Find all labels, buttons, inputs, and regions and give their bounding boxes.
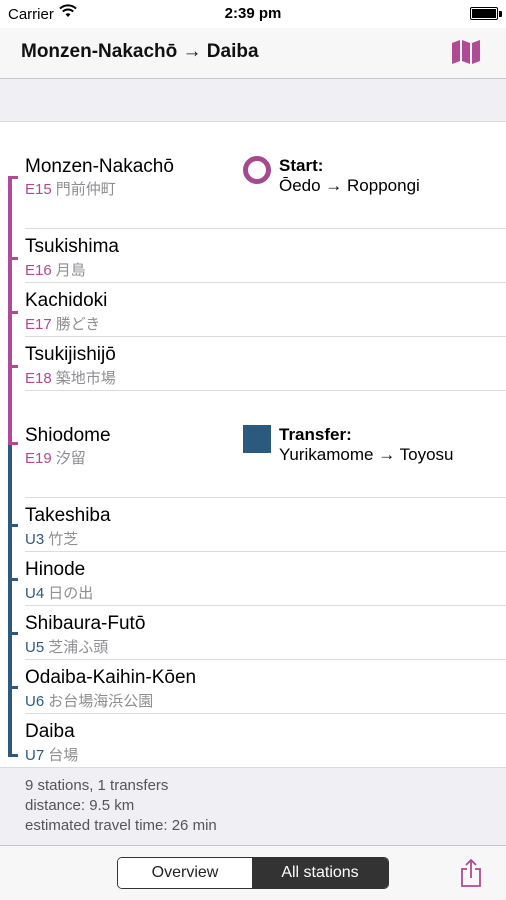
station-code: U4 xyxy=(25,585,45,602)
start-route: Ōedo → Roppongi xyxy=(279,176,420,195)
station-japanese-name: 竹芝 xyxy=(48,531,79,548)
station-name: Takeshiba xyxy=(25,505,111,526)
station-name: Odaiba-Kaihin-Kōen xyxy=(25,667,197,688)
station-subtitle: E19 汐留 xyxy=(25,447,86,468)
station-code: E18 xyxy=(25,370,52,387)
station-code: U7 xyxy=(25,747,45,764)
station-row[interactable]: Takeshiba U3 竹芝 xyxy=(0,498,506,552)
station-code: E16 xyxy=(25,262,52,279)
transfer-route: Yurikamome → Toyosu xyxy=(279,445,454,464)
station-row[interactable]: Kachidoki E17 勝どき xyxy=(0,283,506,337)
station-japanese-name: 台場 xyxy=(48,747,79,764)
station-name: Hinode xyxy=(25,559,86,580)
tab-overview[interactable]: Overview xyxy=(118,858,252,888)
page-title: Monzen-Nakachō → Daiba xyxy=(21,41,259,62)
station-name: Kachidoki xyxy=(25,290,108,311)
station-japanese-name: 勝どき xyxy=(55,316,101,333)
station-subtitle: U6 お台場海浜公園 xyxy=(25,690,153,711)
transfer-square-icon xyxy=(243,425,271,453)
station-subtitle: E16 月島 xyxy=(25,259,86,280)
station-list: Monzen-Nakachō E15 門前仲町 Start: Ōedo → Rop… xyxy=(0,122,506,767)
station-row[interactable]: Monzen-Nakachō E15 門前仲町 Start: Ōedo → Rop… xyxy=(0,122,506,229)
station-row[interactable]: Shiodome E19 汐留 Transfer: Yurikamome → To… xyxy=(0,391,506,498)
station-subtitle: U5 芝浦ふ頭 xyxy=(25,636,108,657)
battery-tip xyxy=(499,11,502,17)
station-row[interactable]: Tsukishima E16 月島 xyxy=(0,229,506,283)
station-subtitle: U3 竹芝 xyxy=(25,528,78,549)
station-name: Tsukijishijō xyxy=(25,344,116,365)
station-subtitle: E18 築地市場 xyxy=(25,367,116,388)
station-code: E15 xyxy=(25,181,52,198)
station-japanese-name: 月島 xyxy=(55,262,86,279)
station-row[interactable]: Tsukijishijō E18 築地市場 xyxy=(0,337,506,391)
battery-icon xyxy=(470,7,498,20)
station-subtitle: E15 門前仲町 xyxy=(25,178,116,199)
station-subtitle: U4 日の出 xyxy=(25,582,93,603)
station-japanese-name: 芝浦ふ頭 xyxy=(48,639,109,656)
station-name: Monzen-Nakachō xyxy=(25,156,174,177)
station-japanese-name: 門前仲町 xyxy=(55,181,116,198)
share-icon[interactable] xyxy=(457,858,485,888)
station-code: U3 xyxy=(25,531,45,548)
tab-all-stations[interactable]: All stations xyxy=(252,858,388,888)
station-japanese-name: お台場海浜公園 xyxy=(48,693,154,710)
station-row[interactable]: Odaiba-Kaihin-Kōen U6 お台場海浜公園 xyxy=(0,660,506,714)
station-code: U5 xyxy=(25,639,45,656)
station-row[interactable]: Hinode U4 日の出 xyxy=(0,552,506,606)
map-icon[interactable] xyxy=(451,39,481,65)
station-subtitle: U7 台場 xyxy=(25,744,78,765)
start-title: Start: xyxy=(279,156,324,175)
station-name: Shiodome xyxy=(25,425,111,446)
station-row[interactable]: Daiba U7 台場 xyxy=(0,714,506,767)
header-spacer xyxy=(0,79,506,122)
station-code: E19 xyxy=(25,450,52,467)
summary-travel-time: estimated travel time: 26 min xyxy=(25,817,217,834)
route-summary: 9 stations, 1 transfers distance: 9.5 km… xyxy=(0,767,506,846)
navigation-bar: Monzen-Nakachō → Daiba xyxy=(0,28,506,79)
station-name: Tsukishima xyxy=(25,236,119,257)
transfer-title: Transfer: xyxy=(279,425,352,444)
station-name: Daiba xyxy=(25,721,75,742)
clock: 2:39 pm xyxy=(224,5,282,22)
station-code: E17 xyxy=(25,316,52,333)
view-segmented-control: Overview All stations xyxy=(117,857,389,889)
summary-stations: 9 stations, 1 transfers xyxy=(25,777,169,794)
status-bar: Carrier 2:39 pm xyxy=(0,0,506,28)
station-japanese-name: 汐留 xyxy=(55,450,86,467)
station-name: Shibaura-Futō xyxy=(25,613,146,634)
station-row[interactable]: Shibaura-Futō U5 芝浦ふ頭 xyxy=(0,606,506,660)
station-subtitle: E17 勝どき xyxy=(25,313,100,334)
bottom-toolbar: Overview All stations xyxy=(0,846,506,900)
station-japanese-name: 築地市場 xyxy=(55,370,116,387)
station-code: U6 xyxy=(25,693,45,710)
summary-distance: distance: 9.5 km xyxy=(25,797,135,814)
station-japanese-name: 日の出 xyxy=(48,585,94,602)
start-circle-icon xyxy=(243,156,271,184)
